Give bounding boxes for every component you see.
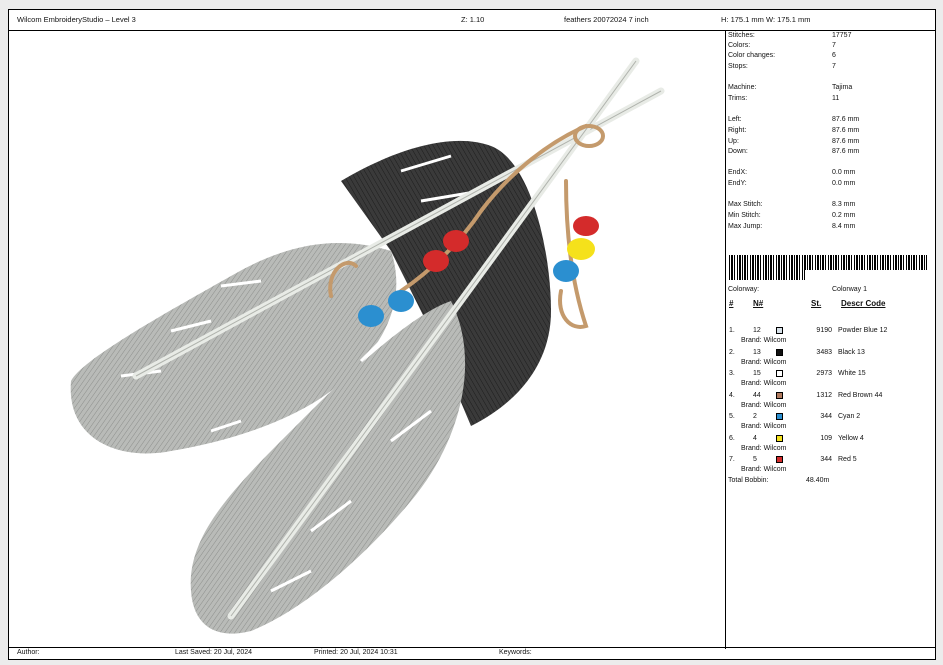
color-index: 6. [729, 434, 735, 442]
color-row: 5. 2 344 Cyan 2 Brand: Wilcom [728, 413, 928, 435]
col-header-number: N# [753, 299, 764, 308]
zoom-level: Z: 1.10 [461, 15, 485, 24]
color-swatch [776, 348, 783, 356]
thread-brand: Brand: Wilcom [741, 423, 787, 430]
color-row: 3. 15 2973 White 15 Brand: Wilcom [728, 370, 928, 392]
color-index: 4. [729, 391, 735, 399]
stitch-count: 344 [820, 456, 832, 463]
bead-cyan-1 [388, 290, 414, 312]
stitch-count: 109 [820, 434, 832, 442]
thread-description: Yellow 4 [838, 434, 864, 442]
color-index: 3. [729, 370, 735, 377]
bead-red-1 [443, 230, 469, 252]
color-swatch [776, 370, 783, 377]
stitch-info-panel: Stitches: 17757 Colors: 7 Color changes: 6 … [728, 31, 935, 649]
col-header-description: Descr Code [841, 299, 886, 308]
color-index: 2. [729, 348, 735, 356]
col-header-index: # [729, 299, 734, 308]
color-swatch [776, 327, 783, 334]
design-preview [11, 31, 726, 649]
col-header-stitches: St. [811, 299, 822, 308]
thread-brand: Brand: Wilcom [741, 358, 787, 366]
footer-printed: Printed: 20 Jul, 2024 10:31 [314, 649, 398, 656]
bead-red-2 [423, 250, 449, 272]
thread-description: Black 13 [838, 348, 865, 356]
thread-number: 13 [753, 348, 761, 356]
color-row: 1. 12 9190 Powder Blue 12 Brand: Wilcom [728, 327, 928, 349]
color-swatch [776, 456, 783, 463]
stitch-count: 9190 [816, 327, 832, 334]
color-row: 6. 4 109 Yellow 4 Brand: Wilcom [728, 434, 928, 457]
thread-description: Cyan 2 [838, 413, 861, 420]
stat-colors: Colors: 7 [728, 42, 836, 49]
stat-trims: Trims: 11 [728, 95, 840, 102]
color-index: 7. [729, 456, 735, 463]
color-swatch [776, 391, 783, 399]
header-bar: Wilcom EmbroideryStudio – Level 3 Z: 1.1… [9, 10, 935, 31]
footer-last-saved: Last Saved: 20 Jul, 2024 [175, 649, 253, 656]
bead-cyan-3 [553, 260, 579, 282]
thread-brand: Brand: Wilcom [741, 380, 787, 387]
color-index: 5. [729, 413, 735, 420]
color-index: 1. [729, 327, 735, 334]
stat-color-changes: Color changes: 6 [728, 52, 836, 59]
thread-number: 44 [753, 391, 761, 399]
stitch-count: 1312 [816, 391, 832, 399]
thread-number: 4 [753, 434, 757, 442]
thread-brand: Brand: Wilcom [741, 337, 787, 344]
bead-red-3 [573, 216, 599, 236]
stitch-count: 344 [820, 413, 832, 420]
bead-cyan-2 [358, 305, 384, 327]
thread-number: 2 [753, 413, 757, 420]
footer-keywords: Keywords: [499, 649, 532, 656]
stat-stops: Stops: 7 [728, 63, 836, 70]
design-size: H: 175.1 mm W: 175.1 mm [721, 15, 811, 24]
thread-number: 5 [753, 456, 757, 463]
color-swatch [776, 434, 783, 442]
stat-min-stitch: Min Stitch: 0.2 mm [728, 212, 856, 219]
thread-brand: Brand: Wilcom [741, 466, 787, 473]
thread-number: 12 [753, 327, 761, 334]
thread-brand: Brand: Wilcom [741, 401, 787, 409]
color-row: 4. 44 1312 Red Brown 44 Brand: Wilcom [728, 391, 928, 414]
design-name: feathers 20072024 7 inch [564, 15, 649, 24]
thread-brand: Brand: Wilcom [741, 444, 787, 452]
total-bobbin: Total Bobbin: 48.40m [728, 477, 830, 484]
barcode [729, 255, 927, 280]
thread-description: Powder Blue 12 [838, 327, 888, 334]
feathers-embroidery-image [70, 57, 665, 634]
print-preview-sheet: Wilcom EmbroideryStudio – Level 3 Z: 1.1… [8, 9, 936, 660]
stat-right: Right: 87.6 mm [728, 127, 860, 134]
app-title: Wilcom EmbroideryStudio – Level 3 [17, 15, 136, 24]
stat-down: Down: 87.6 mm [728, 148, 860, 155]
stat-max-stitch: Max Stitch: 8.3 mm [728, 201, 856, 208]
stat-left: Left: 87.6 mm [728, 116, 860, 123]
color-swatch [776, 413, 783, 420]
stat-stitches: Stitches: 17757 [728, 32, 852, 39]
stat-max-jump: Max Jump: 8.4 mm [728, 223, 856, 230]
stat-machine: Machine: Tajima [728, 84, 853, 91]
stitch-count: 3483 [816, 348, 832, 356]
stat-endx: EndX: 0.0 mm [728, 169, 856, 176]
thread-description: Red Brown 44 [838, 391, 883, 399]
thread-description: White 15 [838, 370, 866, 377]
bead-yellow [567, 238, 595, 260]
color-row: 7. 5 344 Red 5 Brand: Wilcom [728, 456, 928, 478]
color-row: 2. 13 3483 Black 13 Brand: Wilcom [728, 348, 928, 371]
colorway: Colorway: Colorway 1 [728, 286, 868, 293]
stitch-count: 2973 [816, 370, 832, 377]
footer-bar: Author: Last Saved: 20 Jul, 2024 Printed… [9, 647, 935, 659]
stat-up: Up: 87.6 mm [728, 138, 860, 145]
stat-endy: EndY: 0.0 mm [728, 180, 856, 187]
footer-author: Author: [17, 649, 40, 656]
thread-description: Red 5 [838, 456, 857, 463]
thread-number: 15 [753, 370, 761, 377]
